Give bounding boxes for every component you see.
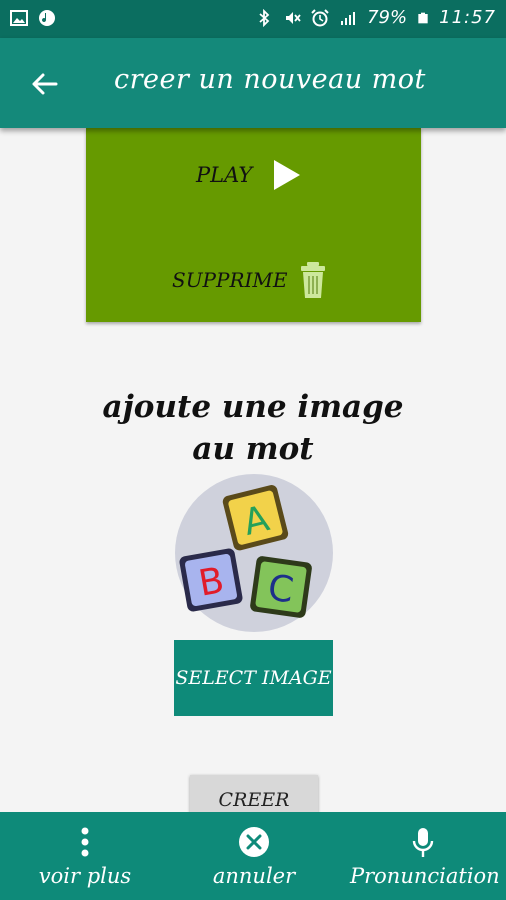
audio-card: PLAY SUPPRIME [86, 128, 421, 322]
image-section-heading: ajoute une image au mot [0, 386, 506, 470]
status-bar: 79% 11:57 [0, 0, 506, 38]
block-b: B [179, 548, 243, 612]
alarm-icon [311, 8, 329, 26]
block-c: C [250, 556, 312, 618]
bottom-navigation: voir plus annuler Pronunciation [0, 812, 506, 900]
play-button[interactable]: PLAY [196, 158, 302, 192]
bluetooth-icon [259, 8, 270, 27]
mute-icon [286, 11, 301, 24]
battery-percentage: 79% [367, 7, 408, 28]
clock: 11:57 [439, 7, 496, 28]
nav-label-annuler: annuler [212, 864, 296, 888]
play-label: PLAY [196, 163, 253, 187]
select-image-button[interactable]: SELECT IMAGE [174, 640, 333, 716]
delete-label: SUPPRIME [172, 268, 288, 292]
more-vert-icon [81, 827, 89, 857]
music-notification-icon [39, 10, 55, 26]
nav-item-annuler[interactable]: annuler [194, 812, 314, 900]
heading-line-2: au mot [192, 431, 314, 467]
gallery-notification-icon [10, 10, 28, 26]
delete-button[interactable]: SUPPRIME [172, 260, 328, 300]
heading-line-1: ajoute une image [102, 389, 404, 425]
cancel-icon [239, 827, 269, 857]
abc-blocks-image[interactable]: A B C [175, 474, 333, 632]
microphone-icon [412, 828, 434, 857]
nav-label-pronunciation: Pronunciation [350, 864, 500, 888]
nav-label-voir-plus: voir plus [38, 864, 132, 888]
app-bar: creer un nouveau mot [0, 38, 506, 128]
back-arrow-icon[interactable] [28, 68, 60, 100]
play-icon [274, 160, 301, 190]
nav-item-voir-plus[interactable]: voir plus [20, 812, 150, 900]
battery-icon [418, 12, 428, 23]
trash-icon [300, 262, 325, 298]
nav-item-pronunciation[interactable]: Pronunciation [350, 812, 500, 900]
signal-icon [341, 11, 356, 25]
page-title: creer un nouveau mot [114, 64, 426, 95]
